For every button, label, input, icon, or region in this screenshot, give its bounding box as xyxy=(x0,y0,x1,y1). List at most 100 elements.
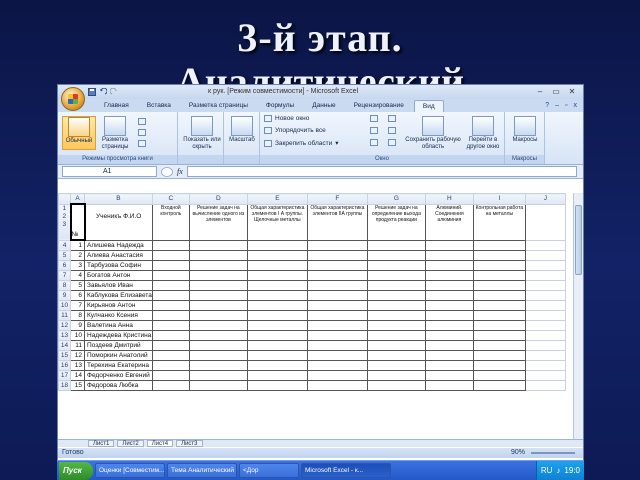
grade-cell[interactable] xyxy=(188,340,248,351)
student-number-cell[interactable]: 2 xyxy=(70,250,85,261)
grade-cell[interactable] xyxy=(424,360,474,371)
grade-cell[interactable] xyxy=(366,250,426,261)
column-header-h[interactable]: H xyxy=(424,193,474,205)
grade-cell[interactable] xyxy=(472,320,526,331)
empty-cell[interactable] xyxy=(524,350,566,361)
grade-cell[interactable] xyxy=(366,310,426,321)
grade-cell[interactable] xyxy=(246,260,308,271)
grade-cell[interactable] xyxy=(306,370,368,381)
view-small-3[interactable] xyxy=(138,140,146,147)
empty-cell[interactable] xyxy=(524,330,566,341)
grade-cell[interactable] xyxy=(424,340,474,351)
taskbar-item-excel[interactable]: Microsoft Excel - к... xyxy=(301,463,391,478)
grade-cell[interactable] xyxy=(366,239,426,251)
grade-cell[interactable] xyxy=(188,310,248,321)
grade-cell[interactable] xyxy=(246,310,308,321)
row-header[interactable]: 13 xyxy=(58,330,71,341)
grade-cell[interactable] xyxy=(151,250,190,261)
student-number-cell[interactable]: 1 xyxy=(70,239,85,251)
grade-cell[interactable] xyxy=(151,260,190,271)
grade-cell[interactable] xyxy=(188,370,248,381)
grade-cell[interactable] xyxy=(188,350,248,361)
grade-cell[interactable] xyxy=(306,320,368,331)
grade-cell[interactable] xyxy=(151,320,190,331)
grade-cell[interactable] xyxy=(366,280,426,291)
grade-cell[interactable] xyxy=(246,350,308,361)
minimize-icon[interactable]: – xyxy=(533,86,547,97)
grade-cell[interactable] xyxy=(472,250,526,261)
student-name-cell[interactable]: Валетина Анна xyxy=(84,320,153,331)
grade-cell[interactable] xyxy=(472,330,526,341)
help-icon[interactable]: ? xyxy=(545,100,549,112)
grade-cell[interactable] xyxy=(188,260,248,271)
column-header-j[interactable]: J xyxy=(524,193,566,205)
undo-icon[interactable] xyxy=(99,88,107,96)
grade-cell[interactable] xyxy=(306,310,368,321)
grade-cell[interactable] xyxy=(246,370,308,381)
grade-cell[interactable] xyxy=(188,300,248,311)
grade-cell[interactable] xyxy=(424,280,474,291)
name-box[interactable]: A1 xyxy=(62,166,157,177)
student-number-cell[interactable]: 14 xyxy=(70,370,85,381)
grade-cell[interactable] xyxy=(472,260,526,271)
arrange-all-button[interactable]: Упорядочить все xyxy=(264,127,326,134)
grade-cell[interactable] xyxy=(151,330,190,341)
redo-icon[interactable] xyxy=(110,88,118,96)
grade-cell[interactable] xyxy=(306,290,368,301)
student-name-cell[interactable]: Поморкин Анатолий xyxy=(84,350,153,361)
grade-cell[interactable] xyxy=(151,290,190,301)
student-name-cell[interactable]: Завьялов Иван xyxy=(84,280,153,291)
ribbon-restore-icon[interactable]: ▫ xyxy=(565,100,567,112)
fx-icon[interactable]: fx xyxy=(177,167,183,176)
sync-scroll-button[interactable] xyxy=(388,127,396,134)
tab-page-layout[interactable]: Разметка страницы xyxy=(181,100,256,112)
grade-cell[interactable] xyxy=(424,350,474,361)
close-icon[interactable]: ✕ xyxy=(565,86,579,97)
grade-cell[interactable] xyxy=(188,239,248,251)
grade-cell[interactable] xyxy=(366,360,426,371)
start-button[interactable]: Пуск xyxy=(59,461,93,480)
grade-cell[interactable] xyxy=(472,239,526,251)
taskbar-item-3[interactable]: <Дор xyxy=(239,463,299,478)
empty-cell[interactable] xyxy=(524,260,566,271)
taskbar-item-1[interactable]: Оценки [Совместим... xyxy=(95,463,165,478)
column-header-a[interactable]: A xyxy=(70,193,85,205)
grade-cell[interactable] xyxy=(306,239,368,251)
grade-cell[interactable] xyxy=(151,310,190,321)
hide-window-button[interactable] xyxy=(370,127,378,134)
grade-cell[interactable] xyxy=(306,300,368,311)
student-name-cell[interactable]: Алишева Надежда xyxy=(84,239,153,251)
grade-cell[interactable] xyxy=(306,330,368,341)
row-header-1-3[interactable]: 123 xyxy=(58,203,71,241)
grade-cell[interactable] xyxy=(151,300,190,311)
grade-cell[interactable] xyxy=(424,370,474,381)
student-name-cell[interactable]: Надеждева Кристина xyxy=(84,330,153,341)
grade-cell[interactable] xyxy=(188,380,248,391)
zoom-button[interactable]: Масштаб xyxy=(225,116,259,144)
student-number-cell[interactable]: 10 xyxy=(70,330,85,341)
grade-cell[interactable] xyxy=(306,350,368,361)
view-small-1[interactable] xyxy=(138,118,146,125)
header-cell-group-2a[interactable]: Общая характеристика элементов IIА групп… xyxy=(306,203,368,241)
language-indicator[interactable]: RU xyxy=(541,466,553,475)
sheet-tab-2[interactable]: Лист2 xyxy=(117,440,144,447)
grade-cell[interactable] xyxy=(366,370,426,381)
grade-cell[interactable] xyxy=(246,300,308,311)
show-hide-button[interactable]: Показать или скрыть xyxy=(183,116,221,151)
cell-a1[interactable]: № xyxy=(69,203,86,241)
student-name-cell[interactable]: Поздеев Дмитрий xyxy=(84,340,153,351)
grade-cell[interactable] xyxy=(246,320,308,331)
freeze-panes-button[interactable]: Закрепить области ▾ xyxy=(264,139,339,147)
grade-cell[interactable] xyxy=(151,370,190,381)
student-number-cell[interactable]: 12 xyxy=(70,350,85,361)
student-number-cell[interactable]: 9 xyxy=(70,320,85,331)
tab-view[interactable]: Вид xyxy=(413,100,444,112)
row-header[interactable]: 16 xyxy=(58,360,71,371)
empty-cell[interactable] xyxy=(524,340,566,351)
column-header-b[interactable]: B xyxy=(84,193,153,205)
column-header-f[interactable]: F xyxy=(306,193,368,205)
grade-cell[interactable] xyxy=(246,270,308,281)
grade-cell[interactable] xyxy=(246,280,308,291)
grade-cell[interactable] xyxy=(366,260,426,271)
header-cell-tasks-1[interactable]: Решение задач на вычисление одного из эл… xyxy=(188,203,248,241)
